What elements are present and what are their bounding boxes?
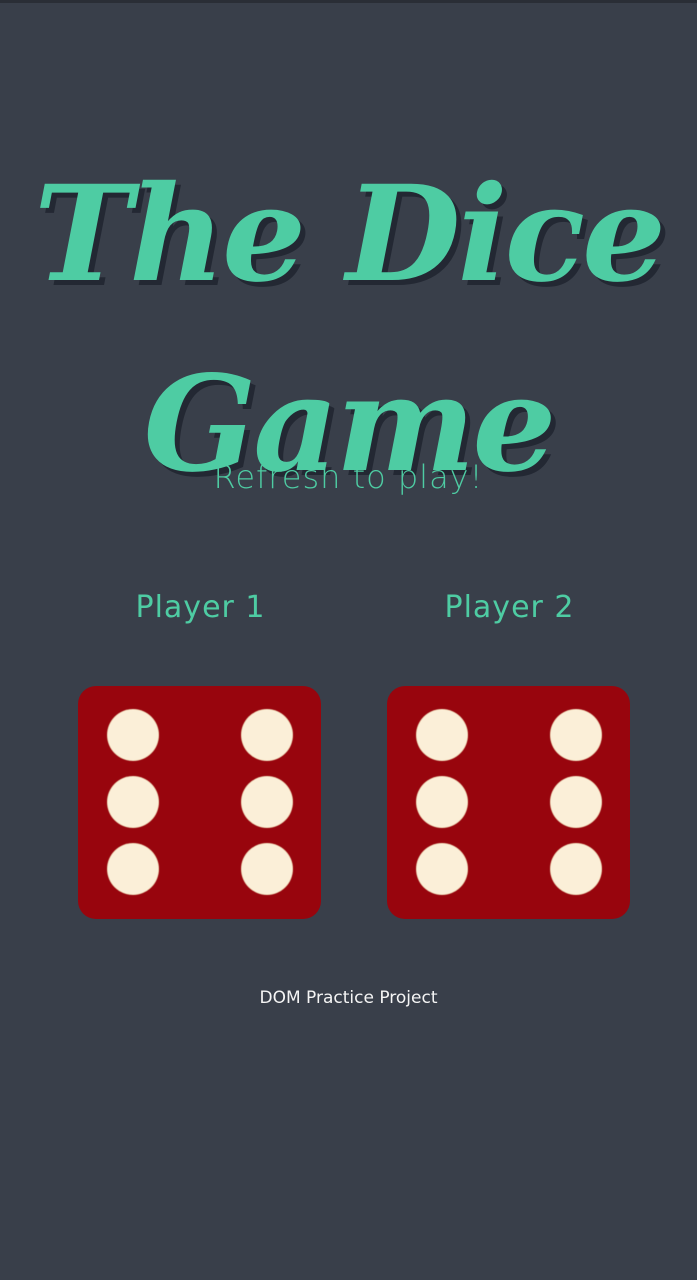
- die-pip: [242, 777, 292, 827]
- die-pip: [242, 710, 292, 760]
- title-line-1: The Dice: [33, 157, 666, 313]
- player-1-die: [78, 686, 321, 919]
- die-pip: [108, 777, 158, 827]
- refresh-instruction: Refresh to play!: [213, 458, 484, 496]
- player-2-label: Player 2: [444, 590, 575, 625]
- footer-credit: DOM Practice Project: [259, 988, 438, 1008]
- player-2-die: [387, 686, 630, 919]
- die-pip: [551, 844, 601, 894]
- top-edge: [0, 0, 697, 3]
- player-1-label: Player 1: [135, 590, 266, 625]
- die-pip: [417, 844, 467, 894]
- die-pip: [551, 710, 601, 760]
- die-pip: [108, 844, 158, 894]
- die-pip: [417, 710, 467, 760]
- die-pip: [551, 777, 601, 827]
- die-pip: [242, 844, 292, 894]
- die-pip: [417, 777, 467, 827]
- die-pip: [108, 710, 158, 760]
